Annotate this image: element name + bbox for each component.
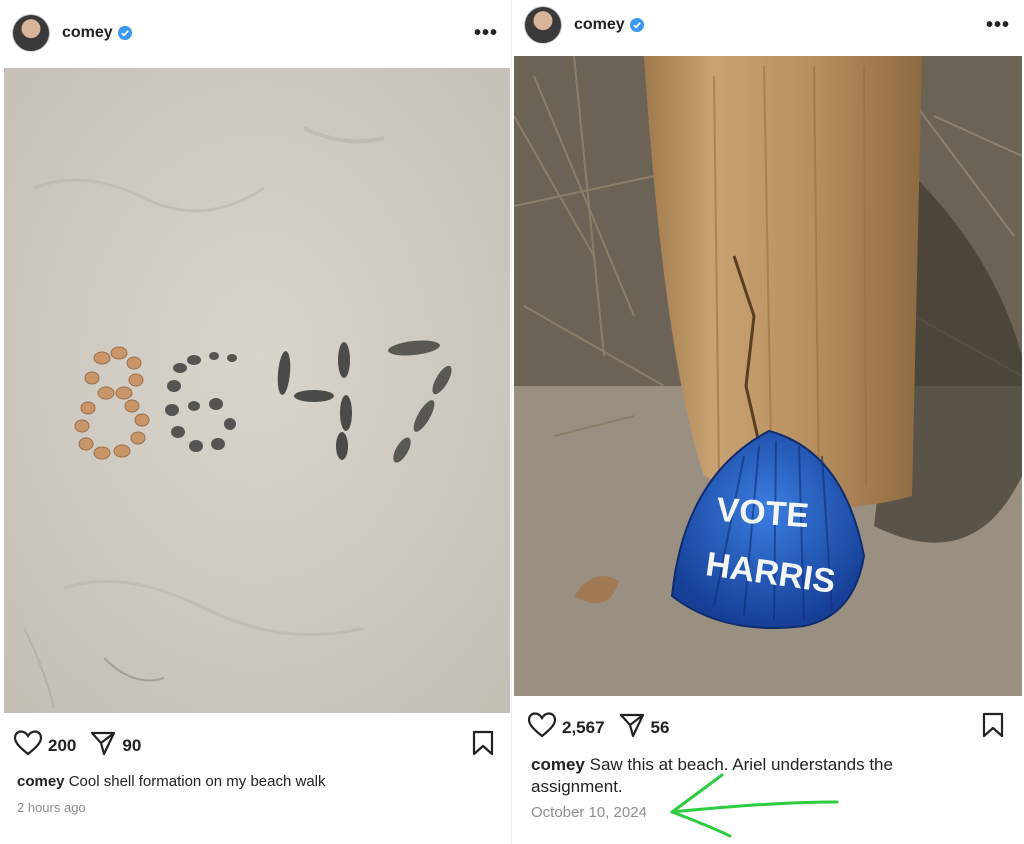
bookmark-icon[interactable] <box>982 712 1004 743</box>
annotation-arrow-icon <box>670 773 839 838</box>
like-count: 200 <box>48 735 77 755</box>
caption-username[interactable]: comey <box>17 773 65 790</box>
share-icon[interactable] <box>619 712 645 743</box>
post-timestamp: October 10, 2024 <box>531 804 647 821</box>
post-right: comey ••• VOTE HARRIS 2,567 56 comey Saw… <box>512 0 1024 844</box>
post-header: comey ••• <box>0 14 512 52</box>
share-count: 56 <box>650 717 670 737</box>
avatar[interactable] <box>524 6 562 44</box>
shell-text-line1: VOTE <box>715 491 810 535</box>
caption-username[interactable]: comey <box>531 755 585 774</box>
verified-icon <box>629 18 644 32</box>
bookmark-icon[interactable] <box>472 730 494 761</box>
post-actions: 2,567 56 <box>527 712 683 743</box>
avatar[interactable] <box>12 14 50 52</box>
caption: comey Cool shell formation on my beach w… <box>17 772 326 792</box>
post-timestamp: 2 hours ago <box>17 800 86 815</box>
post-left: comey ••• 200 90 comey Cool shell format… <box>0 0 512 844</box>
verified-icon <box>117 26 132 40</box>
post-photo <box>4 68 510 713</box>
post-photo: VOTE HARRIS <box>514 56 1022 696</box>
username[interactable]: comey <box>574 16 625 34</box>
more-icon[interactable]: ••• <box>474 22 498 45</box>
post-actions: 200 90 <box>13 730 155 761</box>
post-header: comey ••• <box>512 6 1024 44</box>
share-icon[interactable] <box>90 730 116 761</box>
heart-icon[interactable] <box>13 730 43 761</box>
heart-icon[interactable] <box>527 712 557 743</box>
more-icon[interactable]: ••• <box>986 14 1010 37</box>
share-count: 90 <box>122 735 142 755</box>
like-count: 2,567 <box>562 717 605 737</box>
caption-text: Cool shell formation on my beach walk <box>68 773 326 790</box>
username[interactable]: comey <box>62 24 113 42</box>
